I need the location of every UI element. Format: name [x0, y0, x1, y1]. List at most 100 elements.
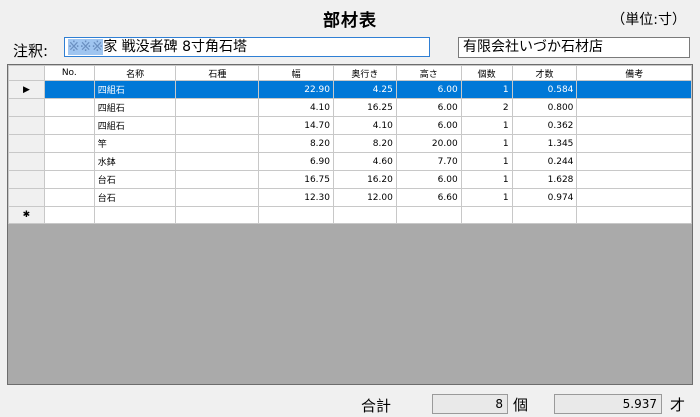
row-header[interactable] — [8, 134, 45, 153]
cell-depth[interactable]: 4.25 — [332, 80, 397, 99]
cell-depth[interactable]: 8.20 — [332, 134, 397, 153]
row-header[interactable] — [8, 188, 45, 207]
cell-count[interactable]: 1 — [460, 152, 513, 171]
cell-count[interactable]: 1 — [460, 80, 513, 99]
cell-depth[interactable]: 12.00 — [332, 188, 397, 207]
cell-width[interactable]: 16.75 — [258, 170, 334, 189]
cell-width[interactable]: 8.20 — [258, 134, 334, 153]
cell-stone[interactable] — [175, 152, 260, 171]
cell-count[interactable]: 1 — [460, 170, 513, 189]
table-row[interactable]: 竿 8.20 8.20 20.00 1 1.345 — [8, 134, 692, 153]
cell-no[interactable] — [43, 152, 95, 171]
column-header[interactable]: 高さ — [395, 65, 462, 81]
cell-no[interactable] — [43, 206, 95, 224]
parts-grid[interactable]: No. 名称 石種 幅 奥行き 高さ 個数 才数 備考 ▶ 四組石 22.90 … — [7, 64, 693, 385]
cell-name[interactable]: 水鉢 — [93, 152, 177, 171]
cell-count[interactable]: 1 — [460, 116, 513, 135]
cell-width[interactable]: 4.10 — [258, 98, 334, 117]
row-header[interactable] — [8, 98, 45, 117]
cell-no[interactable] — [43, 170, 95, 189]
cell-count[interactable]: 1 — [460, 188, 513, 207]
table-row[interactable]: 水鉢 6.90 4.60 7.70 1 0.244 — [8, 152, 692, 171]
cell-depth[interactable]: 16.20 — [332, 170, 397, 189]
new-row[interactable]: ✱ — [8, 206, 692, 224]
table-row[interactable]: 台石 16.75 16.20 6.00 1 1.628 — [8, 170, 692, 189]
current-row-indicator[interactable]: ▶ — [8, 80, 45, 99]
cell-stone[interactable] — [175, 206, 260, 224]
cell-depth[interactable]: 4.60 — [332, 152, 397, 171]
column-header[interactable]: 備考 — [576, 65, 692, 81]
cell-depth[interactable] — [332, 206, 397, 224]
cell-note[interactable] — [576, 134, 692, 153]
cell-stone[interactable] — [175, 188, 260, 207]
cell-note[interactable] — [576, 188, 692, 207]
cell-stone[interactable] — [175, 98, 260, 117]
cell-sai[interactable]: 1.345 — [511, 134, 578, 153]
cell-note[interactable] — [576, 152, 692, 171]
row-header[interactable] — [8, 170, 45, 189]
column-header[interactable]: 石種 — [175, 65, 260, 81]
cell-name[interactable] — [93, 206, 177, 224]
column-header[interactable]: 個数 — [460, 65, 513, 81]
cell-count[interactable]: 1 — [460, 134, 513, 153]
cell-no[interactable] — [43, 134, 95, 153]
cell-no[interactable] — [43, 98, 95, 117]
column-header[interactable]: 幅 — [258, 65, 334, 81]
cell-stone[interactable] — [175, 116, 260, 135]
cell-height[interactable]: 6.00 — [395, 116, 462, 135]
cell-sai[interactable]: 0.800 — [511, 98, 578, 117]
cell-count[interactable] — [460, 206, 513, 224]
cell-sai[interactable]: 0.584 — [511, 80, 578, 99]
cell-name[interactable]: 四組石 — [93, 98, 177, 117]
cell-width[interactable]: 12.30 — [258, 188, 334, 207]
shop-name-field[interactable]: 有限会社いづか石材店 — [458, 37, 690, 58]
cell-sai[interactable]: 0.244 — [511, 152, 578, 171]
cell-depth[interactable]: 4.10 — [332, 116, 397, 135]
cell-height[interactable]: 6.60 — [395, 188, 462, 207]
cell-note[interactable] — [576, 116, 692, 135]
cell-height[interactable]: 20.00 — [395, 134, 462, 153]
cell-note[interactable] — [576, 80, 692, 99]
cell-stone[interactable] — [175, 134, 260, 153]
cell-name[interactable]: 四組石 — [93, 116, 177, 135]
cell-width[interactable] — [258, 206, 334, 224]
cell-sai[interactable]: 1.628 — [511, 170, 578, 189]
cell-height[interactable]: 6.00 — [395, 98, 462, 117]
cell-name[interactable]: 台石 — [93, 170, 177, 189]
column-header[interactable]: 名称 — [93, 65, 177, 81]
cell-name[interactable]: 台石 — [93, 188, 177, 207]
cell-stone[interactable] — [175, 80, 260, 99]
cell-width[interactable]: 14.70 — [258, 116, 334, 135]
cell-name[interactable]: 四組石 — [93, 80, 177, 99]
cell-stone[interactable] — [175, 170, 260, 189]
cell-no[interactable] — [43, 188, 95, 207]
column-header[interactable]: No. — [43, 65, 95, 81]
column-header[interactable]: 才数 — [511, 65, 578, 81]
table-row[interactable]: 四組石 4.10 16.25 6.00 2 0.800 — [8, 98, 692, 117]
cell-depth[interactable]: 16.25 — [332, 98, 397, 117]
cell-name[interactable]: 竿 — [93, 134, 177, 153]
cell-note[interactable] — [576, 170, 692, 189]
cell-no[interactable] — [43, 80, 95, 99]
cell-sai[interactable] — [511, 206, 578, 224]
new-row-indicator[interactable]: ✱ — [8, 206, 45, 224]
cell-count[interactable]: 2 — [460, 98, 513, 117]
cell-height[interactable]: 6.00 — [395, 170, 462, 189]
row-header[interactable] — [8, 116, 45, 135]
table-row[interactable]: 台石 12.30 12.00 6.60 1 0.974 — [8, 188, 692, 207]
cell-height[interactable] — [395, 206, 462, 224]
cell-note[interactable] — [576, 206, 692, 224]
cell-sai[interactable]: 0.974 — [511, 188, 578, 207]
table-row[interactable]: ▶ 四組石 22.90 4.25 6.00 1 0.584 — [8, 80, 692, 99]
cell-height[interactable]: 6.00 — [395, 80, 462, 99]
column-header[interactable]: 奥行き — [332, 65, 397, 81]
note-input[interactable]: ※※※家 戦没者碑 8寸角石塔 — [64, 37, 430, 57]
cell-note[interactable] — [576, 98, 692, 117]
row-header[interactable] — [8, 152, 45, 171]
cell-sai[interactable]: 0.362 — [511, 116, 578, 135]
cell-width[interactable]: 22.90 — [258, 80, 334, 99]
table-row[interactable]: 四組石 14.70 4.10 6.00 1 0.362 — [8, 116, 692, 135]
cell-height[interactable]: 7.70 — [395, 152, 462, 171]
cell-no[interactable] — [43, 116, 95, 135]
cell-width[interactable]: 6.90 — [258, 152, 334, 171]
